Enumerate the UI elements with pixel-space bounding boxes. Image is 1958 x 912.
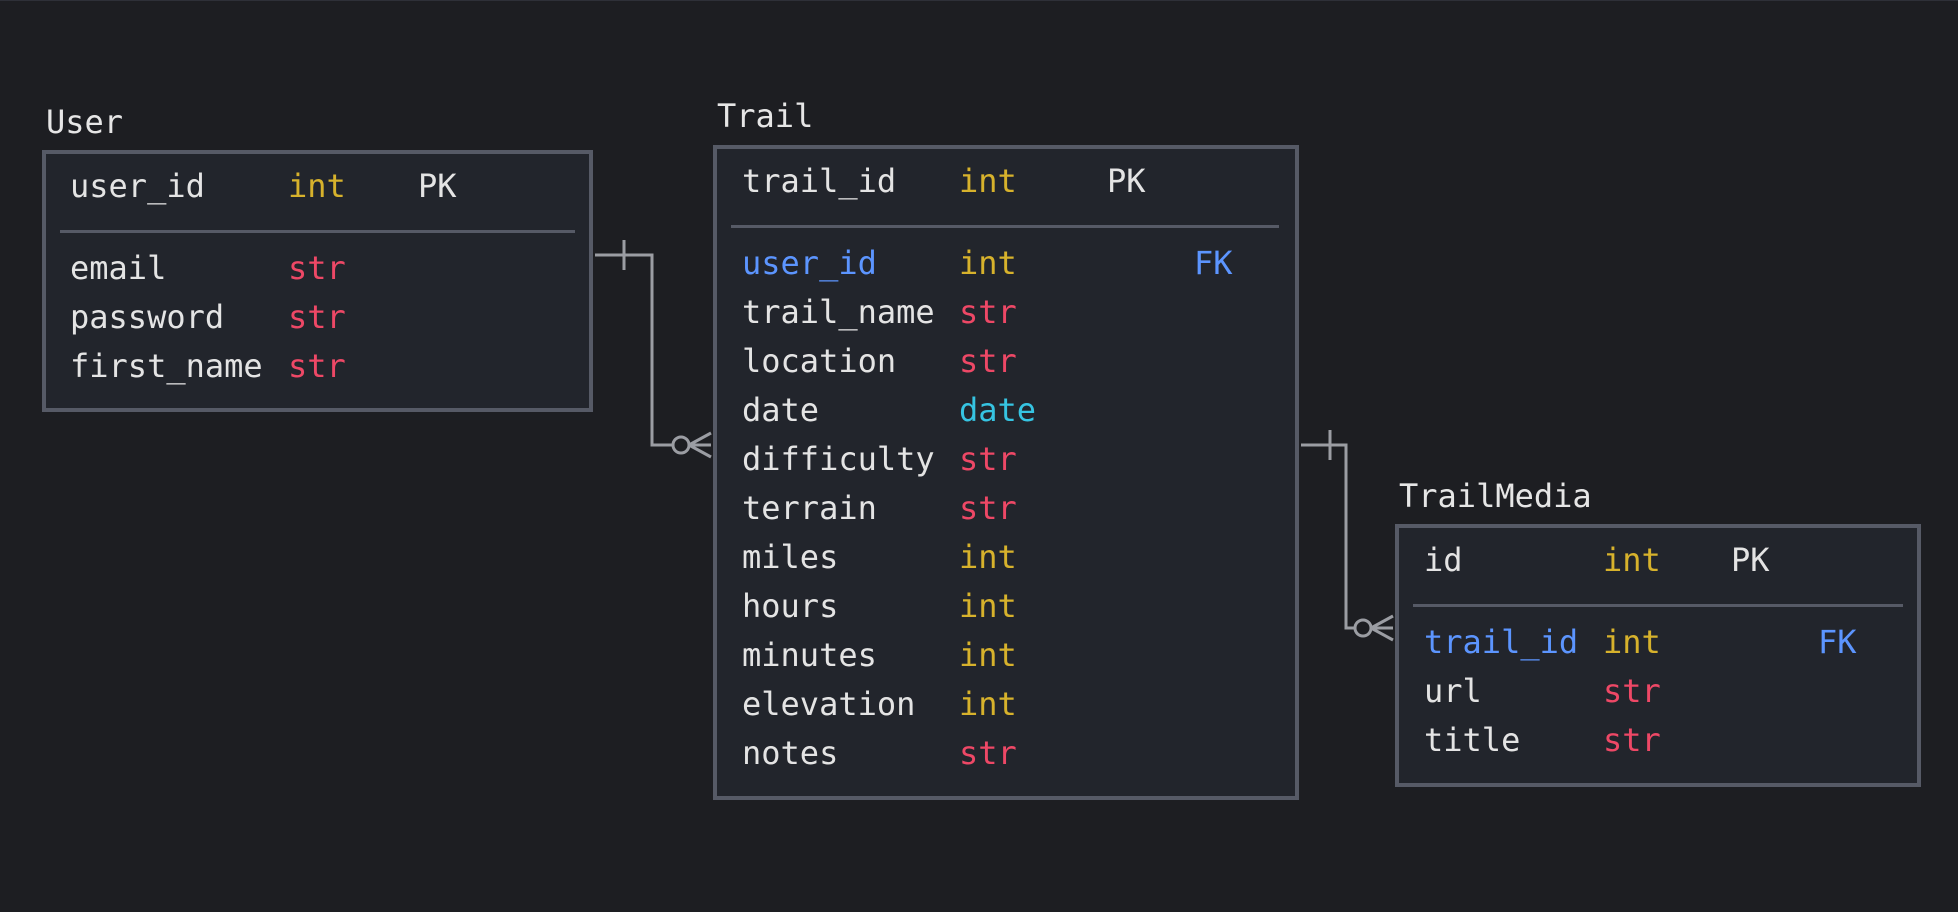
relationship-user-trail <box>595 240 712 459</box>
relationship-connectors <box>595 240 1394 642</box>
relationship-trail-trailmedia <box>1301 430 1394 642</box>
many-crowfoot <box>688 431 712 447</box>
zero-cardinality-circle <box>1353 618 1373 638</box>
zero-cardinality-circle <box>671 435 691 455</box>
many-crowfoot <box>1370 614 1394 630</box>
